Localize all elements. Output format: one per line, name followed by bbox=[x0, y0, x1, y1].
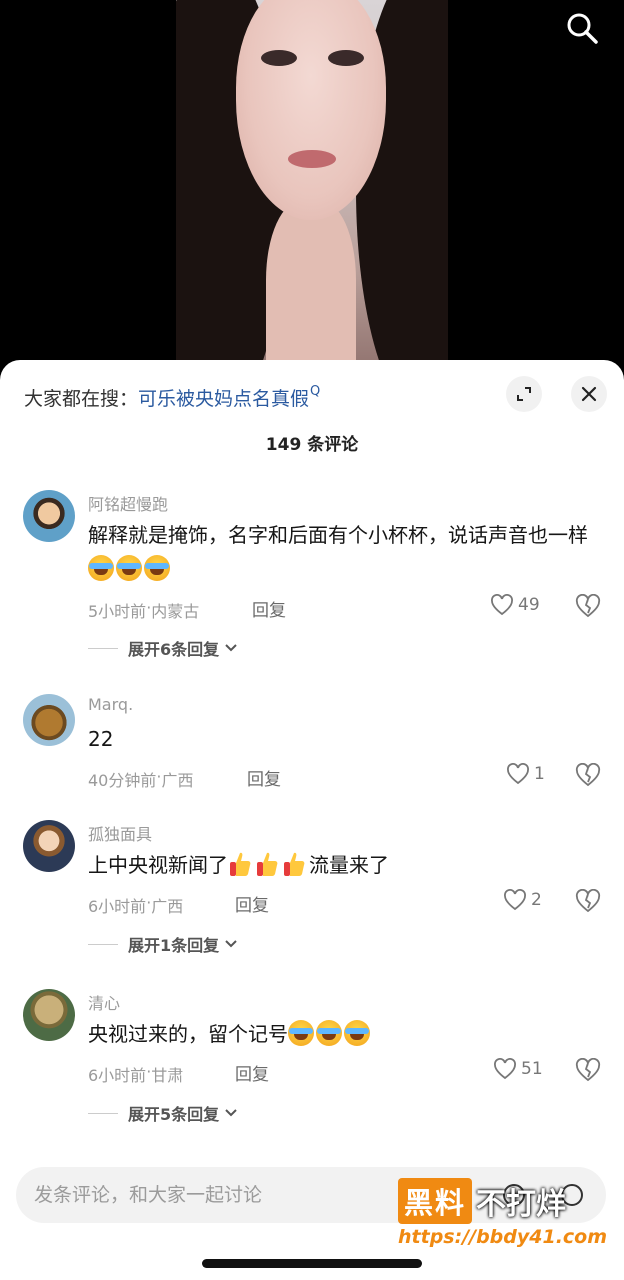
avatar[interactable] bbox=[23, 820, 75, 872]
like-count: 2 bbox=[531, 890, 542, 910]
comment-location: 广西 bbox=[151, 897, 184, 916]
expand-button[interactable] bbox=[506, 376, 542, 412]
crying-laughing-emoji bbox=[344, 1020, 370, 1046]
chevron-down-icon bbox=[225, 1109, 237, 1117]
neck-shape bbox=[266, 200, 356, 380]
avatar[interactable] bbox=[23, 694, 75, 746]
heart-icon bbox=[494, 1058, 516, 1080]
comment-text-body: 解释就是掩饰，名字和后面有个小杯杯，说话声音也一样 bbox=[88, 523, 588, 547]
reply-button[interactable]: 回复 bbox=[235, 891, 269, 916]
broken-heart-icon[interactable] bbox=[575, 594, 601, 618]
left-eye bbox=[261, 50, 297, 66]
watermark-right-text: 不打烊 bbox=[476, 1187, 567, 1222]
expand-line bbox=[88, 647, 118, 649]
heart-icon bbox=[504, 889, 526, 911]
avatar[interactable] bbox=[23, 989, 75, 1041]
expand-replies-label: 展开5条回复 bbox=[128, 1105, 220, 1124]
crying-laughing-emoji bbox=[316, 1020, 342, 1046]
reply-button[interactable]: 回复 bbox=[252, 596, 286, 621]
comment-username[interactable]: 孤独面具 bbox=[88, 821, 152, 845]
like-button[interactable]: 51 bbox=[493, 1058, 543, 1080]
reply-button[interactable]: 回复 bbox=[235, 1060, 269, 1085]
comment-time: 6小时前 bbox=[88, 1066, 147, 1085]
expand-line bbox=[88, 943, 118, 945]
trending-search[interactable]: 大家都在搜： 可乐被央妈点名真假 Q bbox=[24, 382, 320, 412]
like-count: 1 bbox=[534, 764, 545, 784]
broken-heart-icon[interactable] bbox=[575, 1058, 601, 1082]
heart-icon bbox=[507, 763, 529, 785]
crying-laughing-emoji bbox=[144, 555, 170, 581]
like-count: 49 bbox=[518, 595, 540, 615]
comment-location: 甘肃 bbox=[151, 1066, 184, 1085]
expand-replies-label: 展开6条回复 bbox=[128, 640, 220, 659]
comment-location: 广西 bbox=[161, 771, 194, 790]
thumbs-up-emoji bbox=[257, 852, 278, 876]
expand-replies-button[interactable]: 展开6条回复 bbox=[88, 636, 239, 660]
right-eye bbox=[328, 50, 364, 66]
comment-meta: 6小时前 · 甘肃 bbox=[88, 1062, 183, 1086]
close-icon bbox=[581, 386, 597, 402]
comment-text: 22 bbox=[88, 727, 114, 751]
comment-input[interactable] bbox=[34, 1167, 434, 1223]
comment-count: 149 条评论 bbox=[265, 435, 359, 455]
comment-meta: 6小时前 · 广西 bbox=[88, 893, 183, 917]
comment-time: 5小时前 bbox=[88, 602, 147, 621]
video-frame bbox=[176, 0, 448, 380]
crying-laughing-emoji bbox=[88, 555, 114, 581]
crying-laughing-emoji bbox=[116, 555, 142, 581]
comment-sheet: 大家都在搜： 可乐被央妈点名真假 Q 149 条评论 阿铭超慢跑 解释就是掩饰，… bbox=[0, 360, 624, 1280]
chevron-down-icon bbox=[225, 644, 237, 652]
comment-location: 内蒙古 bbox=[151, 602, 200, 621]
comment-text: 央视过来的，留个记号 bbox=[88, 1017, 593, 1051]
like-button[interactable]: 1 bbox=[506, 763, 545, 785]
watermark-url: https://bbdy41.com bbox=[398, 1226, 608, 1248]
thumbs-up-emoji bbox=[230, 852, 251, 876]
comment-text: 解释就是掩饰，名字和后面有个小杯杯，说话声音也一样 bbox=[88, 518, 593, 586]
comment-username[interactable]: 阿铭超慢跑 bbox=[88, 491, 168, 515]
reply-button[interactable]: 回复 bbox=[247, 765, 281, 790]
comment-time: 40分钟前 bbox=[88, 771, 157, 790]
expand-replies-button[interactable]: 展开1条回复 bbox=[88, 932, 239, 956]
trending-query-link[interactable]: 可乐被央妈点名真假 bbox=[138, 384, 309, 411]
chevron-down-icon bbox=[225, 940, 237, 948]
expand-replies-button[interactable]: 展开5条回复 bbox=[88, 1101, 239, 1125]
crying-laughing-emoji bbox=[288, 1020, 314, 1046]
video-player[interactable] bbox=[0, 0, 624, 380]
expand-line bbox=[88, 1112, 118, 1114]
home-indicator[interactable] bbox=[202, 1259, 422, 1268]
comment-text-body: 央视过来的，留个记号 bbox=[88, 1022, 288, 1046]
like-button[interactable]: 49 bbox=[490, 594, 540, 616]
comment-username[interactable]: Marq. bbox=[88, 695, 133, 714]
like-count: 51 bbox=[521, 1059, 543, 1079]
watermark-box-text: 黑料 bbox=[398, 1178, 473, 1224]
expand-icon bbox=[517, 387, 531, 401]
expand-replies-label: 展开1条回复 bbox=[128, 936, 220, 955]
comment-meta: 5小时前 · 内蒙古 bbox=[88, 598, 199, 622]
broken-heart-icon[interactable] bbox=[575, 889, 601, 913]
like-button[interactable]: 2 bbox=[503, 889, 542, 911]
watermark-logo: 黑料 不打烊 bbox=[398, 1178, 608, 1224]
trending-prefix: 大家都在搜： bbox=[24, 387, 139, 410]
comment-text-tail: 流量来了 bbox=[309, 853, 389, 877]
search-icon[interactable] bbox=[564, 10, 600, 46]
comment-meta: 40分钟前 · 广西 bbox=[88, 767, 193, 791]
watermark: 黑料 不打烊 https://bbdy41.com bbox=[398, 1178, 608, 1248]
broken-heart-icon[interactable] bbox=[575, 763, 601, 787]
thumbs-up-emoji bbox=[284, 852, 305, 876]
comment-time: 6小时前 bbox=[88, 897, 147, 916]
heart-icon bbox=[491, 594, 513, 616]
search-small-icon: Q bbox=[310, 383, 321, 399]
comment-text-body: 上中央视新闻了 bbox=[88, 853, 228, 877]
avatar[interactable] bbox=[23, 490, 75, 542]
comment-text: 上中央视新闻了 流量来了 bbox=[88, 848, 593, 882]
comment-username[interactable]: 清心 bbox=[88, 990, 120, 1014]
lips bbox=[288, 150, 336, 168]
close-button[interactable] bbox=[571, 376, 607, 412]
